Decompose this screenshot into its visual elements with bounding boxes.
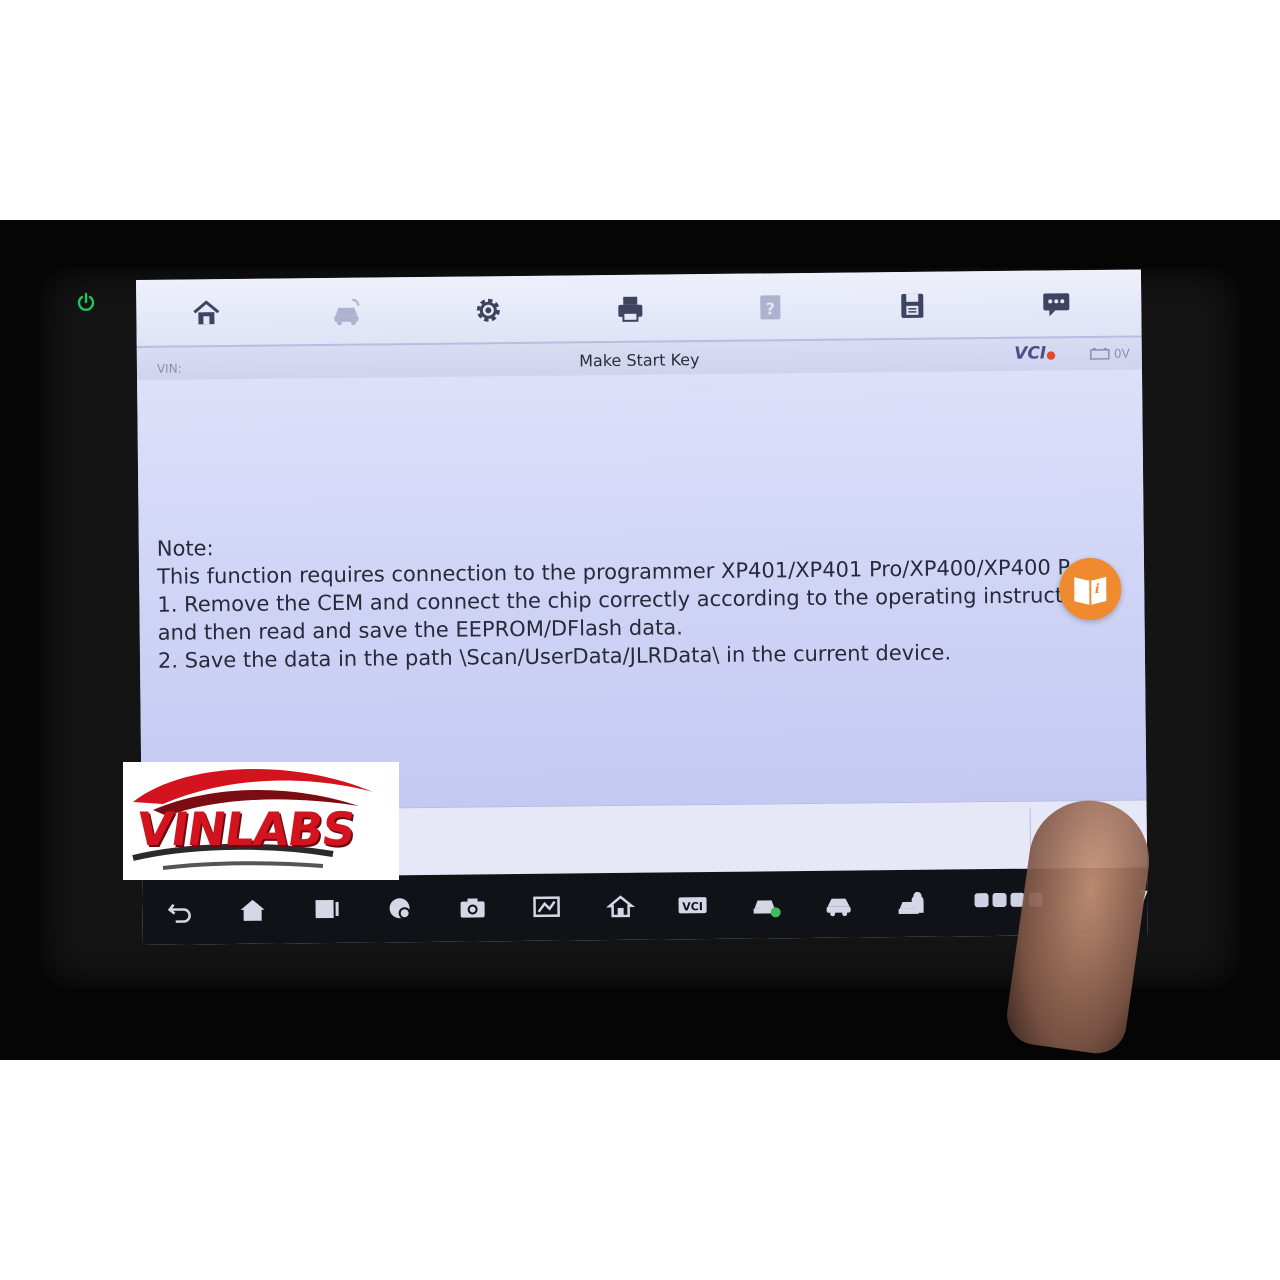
back-icon xyxy=(167,903,191,923)
screenshot-button[interactable] xyxy=(528,892,564,922)
vci-status: VCI● xyxy=(1014,343,1056,364)
power-indicator-icon[interactable] xyxy=(76,292,96,312)
note-text: Note: This function requires connection … xyxy=(157,525,1118,675)
home-app-icon xyxy=(606,895,636,918)
settings-icon xyxy=(476,298,500,322)
manual-book-icon: i xyxy=(1074,576,1107,606)
home-icon xyxy=(240,899,265,921)
vci-icon: VCI xyxy=(678,897,707,914)
print-icon xyxy=(618,296,643,322)
car-icon xyxy=(826,898,851,917)
vehicle-swap-icon xyxy=(334,298,360,326)
car-button[interactable] xyxy=(820,888,856,918)
battery-status: 0V xyxy=(1090,347,1130,361)
recent-apps-button[interactable] xyxy=(308,894,344,924)
sync-notification-icon xyxy=(992,892,1007,908)
vinlabs-wordmark: VINLABS xyxy=(133,802,359,856)
top-toolbar: ? xyxy=(136,269,1142,348)
remote-expert-icon xyxy=(898,891,924,915)
vinlabs-watermark-logo: VINLABS xyxy=(123,762,399,880)
settings-button[interactable] xyxy=(468,290,508,330)
vci-status-label: VCI xyxy=(1014,343,1047,364)
back-button[interactable] xyxy=(162,895,198,925)
chat-notification-icon xyxy=(974,893,989,908)
info-glyph: i xyxy=(1095,582,1100,597)
message-button[interactable] xyxy=(1036,284,1076,324)
camera-button[interactable] xyxy=(454,892,490,922)
camera-icon xyxy=(460,898,485,918)
vehicle-diagnostic-icon xyxy=(753,900,781,918)
print-button[interactable] xyxy=(610,289,650,329)
browser-button[interactable] xyxy=(382,893,418,923)
home-icon xyxy=(193,300,220,325)
info-manual-button[interactable]: i xyxy=(1058,557,1122,621)
svg-text:?: ? xyxy=(766,299,775,318)
home-button[interactable] xyxy=(186,293,226,333)
home-app-button[interactable] xyxy=(602,891,638,921)
recent-apps-icon xyxy=(315,899,339,919)
message-icon xyxy=(1043,293,1070,317)
vci-button[interactable]: VCI xyxy=(674,890,710,920)
save-icon xyxy=(901,293,924,318)
help-button[interactable]: ? xyxy=(750,287,790,327)
voltage-value: 0V xyxy=(1113,346,1130,361)
nav-home-button[interactable] xyxy=(234,895,270,925)
screenshot-icon xyxy=(533,896,560,918)
browser-icon xyxy=(389,898,411,920)
message-panel: Note: This function requires connection … xyxy=(137,369,1147,810)
photo-background: ? VIN: Make Start Key VCI● 0V Note: This… xyxy=(0,220,1280,1060)
remote-expert-button[interactable] xyxy=(894,888,930,918)
battery-icon xyxy=(1090,347,1110,360)
save-button[interactable] xyxy=(892,286,932,326)
vehicle-diagnostic-button[interactable] xyxy=(748,889,784,919)
vehicle-swap-button[interactable] xyxy=(326,292,366,332)
help-icon: ? xyxy=(760,295,781,320)
vci-icon-label: VCI xyxy=(682,900,703,913)
